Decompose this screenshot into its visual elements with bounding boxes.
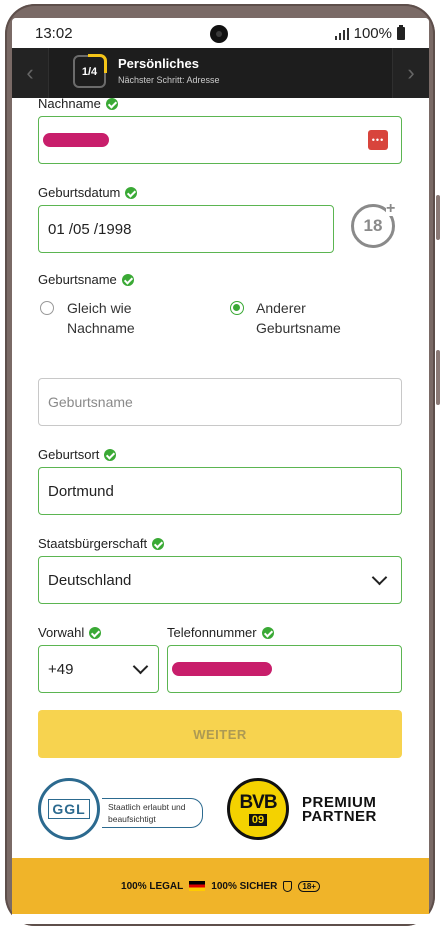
signal-icon — [334, 27, 349, 40]
geburtsname-label: Geburtsname — [38, 272, 134, 287]
next-step-hint: Nächster Schritt: Adresse — [118, 75, 220, 85]
nachname-label-text: Nachname — [38, 96, 101, 111]
nachname-label: Nachname — [38, 96, 118, 111]
power-button — [436, 350, 440, 405]
geburtsort-label: Geburtsort — [38, 447, 117, 462]
staatsbuergerschaft-select[interactable]: Deutschland — [38, 556, 402, 604]
radio-other-label[interactable]: Anderer Geburtsname — [256, 298, 366, 338]
geburtsname-placeholder: Geburtsname — [48, 394, 133, 410]
ggl-logo-text: GGL — [48, 799, 90, 819]
legal-text: 100% LEGAL — [121, 880, 184, 892]
weiter-button[interactable]: WEITER — [38, 710, 402, 758]
valid-check-icon — [89, 626, 102, 639]
vorwahl-select[interactable]: +49 — [38, 645, 159, 693]
vorwahl-value: +49 — [48, 660, 74, 678]
status-bar: 13:02 100% — [12, 18, 429, 48]
valid-check-icon — [104, 448, 117, 461]
shield-check-icon — [283, 880, 293, 892]
autofill-key-icon[interactable]: ••• — [368, 130, 388, 150]
bvb-logo: BVB 09 — [227, 778, 289, 840]
trust-footer: 100% LEGAL 100% SICHER 18+ — [12, 858, 429, 914]
prev-step-button[interactable]: ‹ — [12, 48, 49, 98]
valid-check-icon — [105, 97, 118, 110]
screen: 13:02 100% ‹ 1/4 Persönliches Nächster S… — [12, 18, 429, 924]
vorwahl-label: Vorwahl — [38, 625, 102, 640]
geburtsdatum-label: Geburtsdatum — [38, 185, 138, 200]
geburtsname-label-text: Geburtsname — [38, 272, 117, 287]
step-title: Persönliches — [118, 56, 199, 71]
battery-icon — [397, 25, 405, 40]
german-flag-icon — [189, 881, 206, 891]
chevron-right-icon: › — [407, 60, 415, 85]
battery-percent: 100% — [353, 25, 392, 42]
geburtsname-input[interactable]: Geburtsname — [38, 378, 402, 426]
status-right: 100% — [334, 25, 405, 42]
nachname-field[interactable]: ••• — [38, 116, 402, 164]
valid-check-icon — [152, 537, 165, 550]
staatsbuergerschaft-value: Deutschland — [48, 571, 132, 589]
age-18-text: 18 — [363, 216, 383, 235]
partner-line: PARTNER — [302, 808, 377, 825]
ggl-caption: Staatlich erlaubt und beaufsichtigt — [102, 798, 203, 828]
redaction-mark — [43, 133, 109, 147]
radio-same-as-nachname[interactable] — [40, 301, 54, 315]
bvb-logo-top: BVB — [239, 791, 277, 813]
valid-check-icon — [261, 626, 274, 639]
redaction-mark — [172, 662, 272, 676]
staatsbuergerschaft-label: Staatsbürgerschaft — [38, 536, 165, 551]
volume-button — [436, 195, 440, 240]
telefon-label-text: Telefonnummer — [167, 625, 257, 640]
valid-check-icon — [125, 186, 138, 199]
geburtsort-label-text: Geburtsort — [38, 447, 100, 462]
age-18plus-badge: 18+ — [298, 880, 320, 892]
age-plus-icon: + — [386, 200, 396, 217]
chevron-left-icon: ‹ — [26, 60, 34, 85]
step-indicator: 1/4 — [73, 54, 107, 88]
ggl-logo: GGL — [38, 778, 100, 840]
vorwahl-label-text: Vorwahl — [38, 625, 85, 640]
telefon-field[interactable] — [167, 645, 402, 693]
status-time: 13:02 — [35, 25, 73, 42]
radio-other-birthname[interactable] — [230, 301, 244, 315]
premium-partner-text: PREMIUM PARTNER — [302, 795, 377, 825]
radio-same-label[interactable]: Gleich wie Nachname — [67, 298, 177, 338]
geburtsdatum-label-text: Geburtsdatum — [38, 185, 121, 200]
geburtsort-field[interactable]: Dortmund — [38, 467, 402, 515]
staatsbuergerschaft-label-text: Staatsbürgerschaft — [38, 536, 148, 551]
valid-check-icon — [121, 273, 134, 286]
front-camera — [210, 25, 228, 43]
chevron-down-icon — [132, 658, 149, 675]
secure-text: 100% SICHER — [211, 880, 278, 892]
geburtsdatum-value: 01 /05 /1998 — [48, 220, 132, 238]
geburtsort-value: Dortmund — [48, 482, 114, 500]
chevron-down-icon — [371, 569, 388, 586]
next-step-button[interactable]: › — [392, 48, 429, 98]
progress-header: ‹ 1/4 Persönliches Nächster Schritt: Adr… — [12, 48, 429, 98]
telefon-label: Telefonnummer — [167, 625, 274, 640]
bvb-logo-bottom: 09 — [248, 813, 268, 826]
geburtsdatum-field[interactable]: 01 /05 /1998 — [38, 205, 334, 253]
